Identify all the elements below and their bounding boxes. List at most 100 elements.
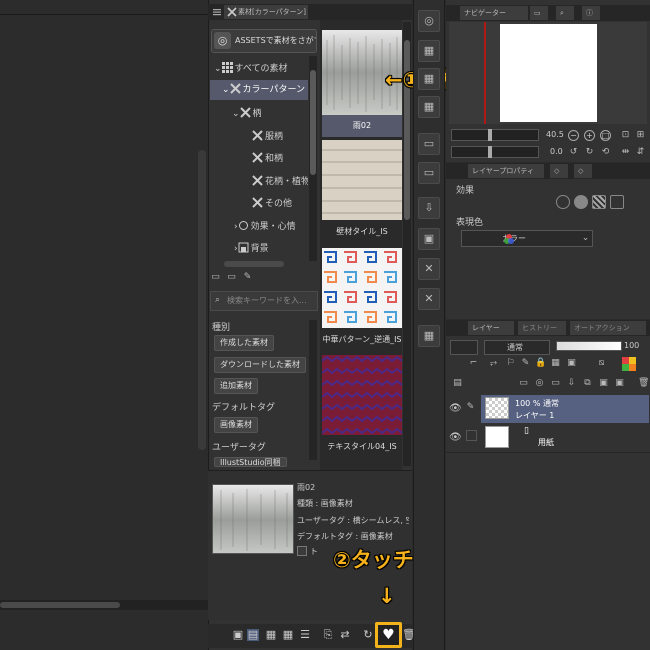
blend-mode-select[interactable]: 通常 — [484, 340, 550, 355]
tree-item-clothing[interactable]: 服柄 — [252, 127, 308, 147]
thumbnail-view-icon[interactable]: ▣ — [232, 629, 244, 641]
rotate-left-icon[interactable]: ↺ — [568, 147, 579, 158]
grid-panel-icon[interactable]: ▦ — [418, 325, 440, 347]
mask-create-icon[interactable]: ▣ — [598, 378, 609, 389]
tag-scrollbar[interactable] — [309, 320, 317, 460]
merge-icon[interactable]: ⧉ — [582, 378, 593, 389]
grid-panel-icon[interactable]: ▦ — [418, 40, 440, 62]
camera-icon[interactable]: ▣ — [418, 228, 440, 250]
layer-list-icon[interactable]: ▤ — [452, 378, 463, 389]
replace-icon[interactable]: ⇄ — [339, 629, 351, 641]
search-input[interactable]: 検索キーワードを入... — [210, 291, 318, 311]
rotate-slider[interactable] — [451, 146, 539, 158]
list-view-icon[interactable]: ☰ — [299, 629, 311, 641]
folder-icon[interactable]: ▭ — [418, 162, 440, 184]
actual-size-icon[interactable]: ⊞ — [635, 130, 646, 141]
tag-illuststudio[interactable]: IllustStudio同梱 — [214, 457, 287, 467]
draft-icon[interactable]: ✎ — [520, 358, 531, 369]
tree-item-floral[interactable]: 花柄・植物 — [252, 172, 308, 192]
small-grid-icon[interactable]: ▦ — [282, 629, 294, 641]
new-vector-layer-icon[interactable]: ◎ — [534, 378, 545, 389]
tab-layer[interactable]: レイヤー — [468, 321, 514, 335]
new-raster-layer-icon[interactable]: ▭ — [518, 378, 529, 389]
canvas-horizontal-scroll-thumb[interactable] — [0, 602, 120, 608]
refresh-icon[interactable]: ↻ — [362, 629, 374, 641]
expression-color-select[interactable]: カラー — [461, 230, 593, 247]
folder-icon[interactable]: ▭ — [418, 133, 440, 155]
download-icon[interactable]: ⇩ — [418, 197, 440, 219]
pen-icon[interactable]: ✎ — [465, 402, 476, 413]
tag-created[interactable]: 作成した素材 — [214, 335, 274, 351]
tab-sub[interactable]: ◇ — [550, 164, 568, 178]
flip-vertical-icon[interactable]: ⇵ — [635, 147, 646, 158]
layer-kind-select[interactable] — [450, 340, 478, 355]
tree-item-background[interactable]: › 背景 — [234, 239, 308, 259]
tree-item-japanese[interactable]: 和柄 — [252, 149, 308, 169]
edit-folder-icon[interactable]: ✎ — [242, 272, 253, 283]
tab-info[interactable]: ⓘ — [582, 6, 600, 20]
grid-panel-icon[interactable]: ▦ — [418, 96, 440, 118]
tab-layer-property[interactable]: レイヤープロパティ — [468, 164, 544, 178]
effect-border-icon[interactable] — [556, 195, 570, 209]
favorite-button[interactable]: ♥ — [375, 622, 402, 648]
tag-added[interactable]: 追加素材 — [214, 378, 258, 394]
transfer-down-icon[interactable]: ⇩ — [566, 378, 577, 389]
material-label-chinese-pattern[interactable]: 中華パターン_逆通_IS — [322, 329, 402, 351]
panel-menu-icon[interactable] — [212, 7, 222, 17]
tab-history[interactable]: ヒストリー — [518, 321, 566, 335]
ruler-icon[interactable]: ⧅ — [596, 358, 607, 369]
material-label-wall-tile[interactable]: 壁材タイル_IS — [322, 221, 402, 243]
material-thumb-wall-tile[interactable] — [322, 140, 402, 220]
lock-alpha-icon[interactable]: ▦ — [550, 358, 561, 369]
material-label-textile[interactable]: テキスタイル04_IS — [322, 436, 402, 458]
layer-color-icon[interactable] — [622, 357, 636, 371]
layer-row[interactable]: ▯ 用紙 — [481, 424, 649, 452]
reset-rotate-icon[interactable]: ⟲ — [600, 147, 611, 158]
paste-to-canvas-icon[interactable]: ⎘ — [322, 629, 334, 641]
opacity-slider[interactable] — [556, 341, 622, 351]
grid-panel-icon[interactable]: ▦ — [418, 68, 440, 90]
tree-item-color-pattern[interactable]: ⌄ カラーパターン — [210, 80, 308, 100]
flip-horizontal-icon[interactable]: ⇹ — [620, 147, 631, 158]
layer-lock-box[interactable] — [466, 430, 477, 441]
new-folder-icon[interactable]: ▭ — [550, 378, 561, 389]
detail-checkbox[interactable] — [297, 546, 307, 556]
mask-icon[interactable]: ▣ — [566, 358, 577, 369]
tab-search[interactable]: ⌕ — [556, 6, 574, 20]
folder-icon[interactable]: ▭ — [226, 272, 237, 283]
tab-sub-view[interactable]: ▭ — [530, 6, 548, 20]
layer-tool-icon[interactable]: ⌐ — [468, 358, 479, 369]
list-detail-view-icon[interactable]: ▤ — [247, 629, 259, 641]
material-thumb-chinese-pattern[interactable] — [322, 248, 402, 328]
eye-icon[interactable]: 👁 — [449, 432, 462, 443]
tag-downloaded[interactable]: ダウンロードした素材 — [214, 357, 306, 373]
reference-icon[interactable]: ⚐ — [505, 358, 516, 369]
fit-icon[interactable]: □ — [600, 130, 611, 141]
tag-image-material[interactable]: 画像素材 — [214, 417, 258, 433]
navigator-icon[interactable]: ◎ — [418, 10, 440, 32]
tree-item-pattern[interactable]: ⌄ 柄 — [232, 104, 308, 124]
close-icon[interactable]: ✕ — [418, 258, 440, 280]
fit-screen-icon[interactable]: ⊡ — [620, 130, 631, 141]
clip-icon[interactable]: ⥅ — [488, 358, 499, 369]
tree-horizontal-scroll-thumb[interactable] — [224, 261, 284, 267]
zoom-out-icon[interactable]: − — [568, 130, 579, 141]
trash-icon[interactable]: 🗑 — [638, 378, 649, 389]
canvas-vertical-scrollbar[interactable] — [198, 150, 206, 450]
tab-navigator[interactable]: ナビゲーター — [460, 6, 528, 20]
layer-row[interactable]: 100 % 通常 レイヤー 1 — [481, 395, 649, 423]
zoom-slider[interactable] — [451, 129, 539, 141]
effect-tone-icon[interactable] — [574, 195, 588, 209]
material-label-rain[interactable]: 雨02 — [322, 115, 402, 137]
close-icon[interactable]: ✕ — [418, 288, 440, 310]
lock-icon[interactable]: 🔒 — [535, 358, 546, 369]
effect-pattern-icon[interactable] — [592, 195, 606, 209]
large-grid-icon[interactable]: ▦ — [265, 629, 277, 641]
tab-auto-action[interactable]: オートアクション — [570, 321, 646, 335]
tree-item-effects[interactable]: › 効果・心情 — [234, 217, 308, 237]
tree-scroll-thumb[interactable] — [310, 70, 316, 175]
zoom-in-icon[interactable]: + — [584, 130, 595, 141]
material-thumb-textile[interactable] — [322, 355, 402, 435]
rotate-right-icon[interactable]: ↻ — [584, 147, 595, 158]
eye-icon[interactable]: 👁 — [449, 403, 462, 414]
